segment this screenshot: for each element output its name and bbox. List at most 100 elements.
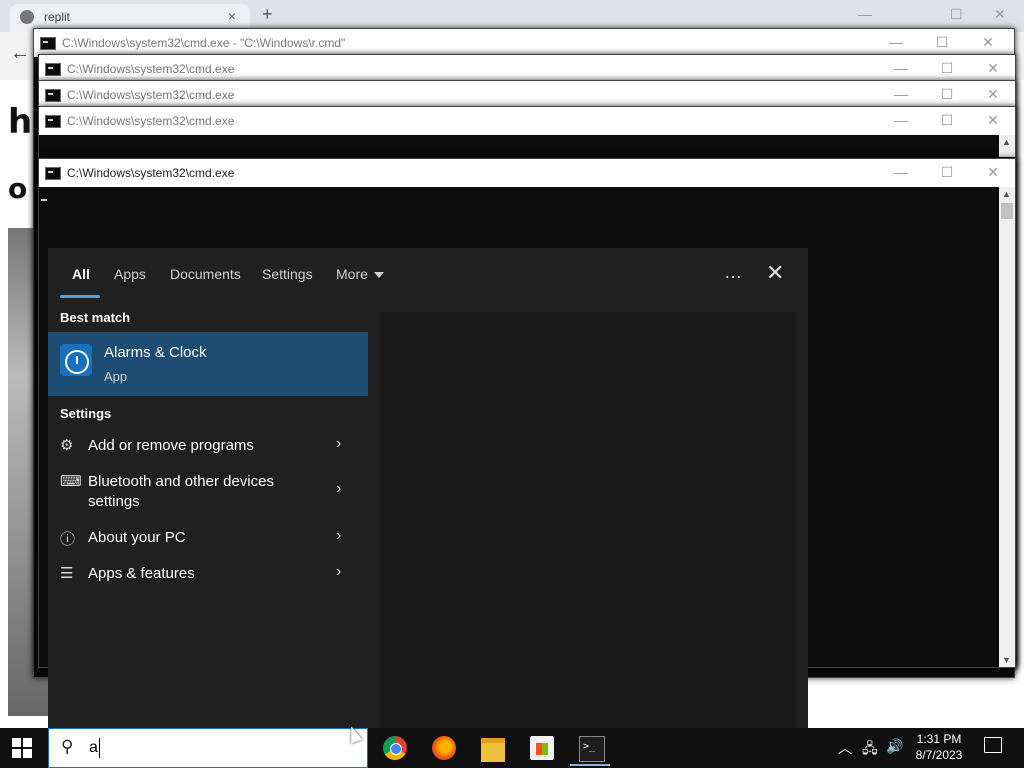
- terminal-icon[interactable]: [579, 736, 605, 762]
- settings-result-about-pc[interactable]: ⓘ About your PC ›: [48, 522, 368, 554]
- cmd-window-title: C:\Windows\system32\cmd.exe: [67, 62, 235, 76]
- back-arrow-icon[interactable]: ←: [10, 42, 30, 65]
- cmd-titlebar[interactable]: C:\Windows\system32\cmd.exe - "C:\Window…: [34, 29, 1014, 57]
- settings-heading: Settings: [60, 406, 112, 421]
- active-app-indicator: [570, 764, 610, 766]
- settings-result-label: Bluetooth and other devices settings: [88, 473, 274, 510]
- cmd-titlebar[interactable]: C:\Windows\system32\cmd.exe — ☐ ✕: [39, 107, 1015, 135]
- cmd-icon: [40, 37, 56, 50]
- tab-more[interactable]: More: [336, 266, 384, 282]
- tab-settings[interactable]: Settings: [262, 266, 313, 282]
- list-icon: ☰: [60, 565, 74, 582]
- show-hidden-icons-chevron-icon[interactable]: ︿: [838, 738, 852, 758]
- tab-close-icon[interactable]: ×: [228, 8, 236, 24]
- chevron-right-icon: ›: [336, 527, 342, 544]
- devices-icon: ⌨: [60, 473, 82, 490]
- maximize-button[interactable]: ☐: [937, 112, 957, 129]
- maximize-button[interactable]: ☐: [937, 60, 957, 77]
- close-button[interactable]: ✕: [983, 164, 1003, 181]
- settings-result-bluetooth[interactable]: ⌨ Bluetooth and other devices settings ›: [48, 466, 368, 514]
- cmd-icon: [45, 167, 61, 180]
- minimize-button[interactable]: —: [886, 34, 906, 50]
- new-tab-button[interactable]: +: [262, 4, 273, 25]
- page-subheading-fragment: o: [8, 172, 28, 205]
- maximize-button[interactable]: ☐: [937, 164, 957, 181]
- scroll-thumb[interactable]: [1001, 203, 1013, 219]
- cmd-scrollbar[interactable]: ▲: [999, 135, 1015, 157]
- scroll-up-icon[interactable]: ▲: [1002, 189, 1011, 199]
- cmd-window-title: C:\Windows\system32\cmd.exe: [67, 88, 235, 102]
- firefox-icon[interactable]: [432, 736, 456, 760]
- search-icon: ⚲: [61, 737, 74, 756]
- chevron-right-icon: ›: [336, 435, 342, 452]
- clock-date[interactable]: 8/7/2023: [900, 748, 978, 762]
- settings-result-label: Apps & features: [88, 565, 195, 582]
- best-match-heading: Best match: [60, 310, 131, 325]
- cmd-window-title: C:\Windows\system32\cmd.exe - "C:\Window…: [62, 36, 346, 50]
- search-query: a: [89, 739, 98, 756]
- text-cursor: [41, 199, 47, 201]
- tab-documents[interactable]: Documents: [170, 266, 241, 282]
- chevron-down-icon: [373, 272, 384, 279]
- maximize-button[interactable]: ☐: [932, 34, 952, 51]
- settings-result-label: Add or remove programs: [88, 437, 254, 454]
- close-button[interactable]: ✕: [983, 112, 1003, 129]
- info-icon: ⓘ: [60, 531, 76, 548]
- minimize-button[interactable]: —: [891, 164, 911, 180]
- taskbar: ⚲ a ︿ 🖧 🔊 1:31 PM 8/7/2023: [0, 728, 1024, 768]
- tab-all[interactable]: All: [72, 266, 90, 282]
- tab-apps[interactable]: Apps: [114, 266, 146, 282]
- browser-tab-title: replit: [44, 10, 71, 24]
- browser-close-button[interactable]: ✕: [994, 6, 1006, 23]
- browser-maximize-button[interactable]: ☐: [950, 6, 963, 23]
- page-heading-fragment: h: [8, 102, 33, 142]
- scroll-down-icon[interactable]: ▼: [1002, 655, 1011, 665]
- cmd-titlebar[interactable]: C:\Windows\system32\cmd.exe — ☐ ✕: [39, 159, 1015, 187]
- minimize-button[interactable]: —: [891, 60, 911, 76]
- active-tab-indicator: [60, 295, 100, 298]
- preview-pane: [380, 312, 796, 728]
- cmd-titlebar[interactable]: C:\Windows\system32\cmd.exe — ☐ ✕: [39, 81, 1015, 109]
- settings-result-label: About your PC: [88, 529, 186, 546]
- results-list: Best match Alarms & Clock App Settings ⚙…: [48, 300, 368, 728]
- close-button[interactable]: ✕: [983, 86, 1003, 103]
- text-caret: [99, 738, 100, 758]
- cmd-window-title: C:\Windows\system32\cmd.exe: [67, 114, 235, 128]
- chevron-right-icon: ›: [336, 563, 342, 580]
- search-tabs: All Apps Documents Settings More … ✕: [48, 248, 808, 300]
- cmd-icon: [45, 63, 61, 76]
- taskbar-search-input[interactable]: ⚲ a: [48, 728, 368, 768]
- clock-time[interactable]: 1:31 PM: [900, 732, 978, 746]
- scroll-up-icon[interactable]: ▲: [1002, 137, 1011, 147]
- cmd-icon: [45, 115, 61, 128]
- cmd-window-title: C:\Windows\system32\cmd.exe: [67, 166, 235, 180]
- best-match-type: App: [104, 369, 128, 384]
- cmd-titlebar[interactable]: C:\Windows\system32\cmd.exe — ☐ ✕: [39, 55, 1015, 83]
- best-match-name: Alarms & Clock: [104, 344, 207, 361]
- settings-result-apps-features[interactable]: ☰ Apps & features ›: [48, 558, 368, 590]
- network-icon[interactable]: 🖧: [862, 738, 878, 762]
- close-button[interactable]: ✕: [983, 60, 1003, 77]
- file-explorer-icon[interactable]: [481, 738, 505, 762]
- cmd-scrollbar[interactable]: ▲ ▼: [999, 187, 1015, 667]
- microsoft-store-icon[interactable]: [530, 736, 554, 760]
- replit-favicon-icon: [20, 10, 34, 24]
- settings-result-add-remove-programs[interactable]: ⚙ Add or remove programs ›: [48, 430, 368, 462]
- search-panel: All Apps Documents Settings More … ✕ Bes…: [48, 248, 808, 728]
- chevron-right-icon: ›: [336, 480, 342, 497]
- notifications-icon[interactable]: [984, 737, 1002, 753]
- gear-icon: ⚙: [60, 437, 74, 454]
- minimize-button[interactable]: —: [891, 112, 911, 128]
- maximize-button[interactable]: ☐: [937, 86, 957, 103]
- close-button[interactable]: ✕: [978, 34, 998, 51]
- minimize-button[interactable]: —: [891, 86, 911, 102]
- browser-minimize-button[interactable]: —: [858, 6, 872, 22]
- alarm-clock-icon: [60, 344, 92, 376]
- best-match-result[interactable]: Alarms & Clock App: [48, 332, 368, 396]
- chrome-icon[interactable]: [383, 736, 407, 760]
- close-icon[interactable]: ✕: [766, 260, 784, 286]
- windows-start-icon[interactable]: [12, 738, 32, 758]
- cmd-icon: [45, 89, 61, 102]
- more-options-icon[interactable]: …: [724, 262, 743, 283]
- tab-more-label: More: [336, 266, 368, 282]
